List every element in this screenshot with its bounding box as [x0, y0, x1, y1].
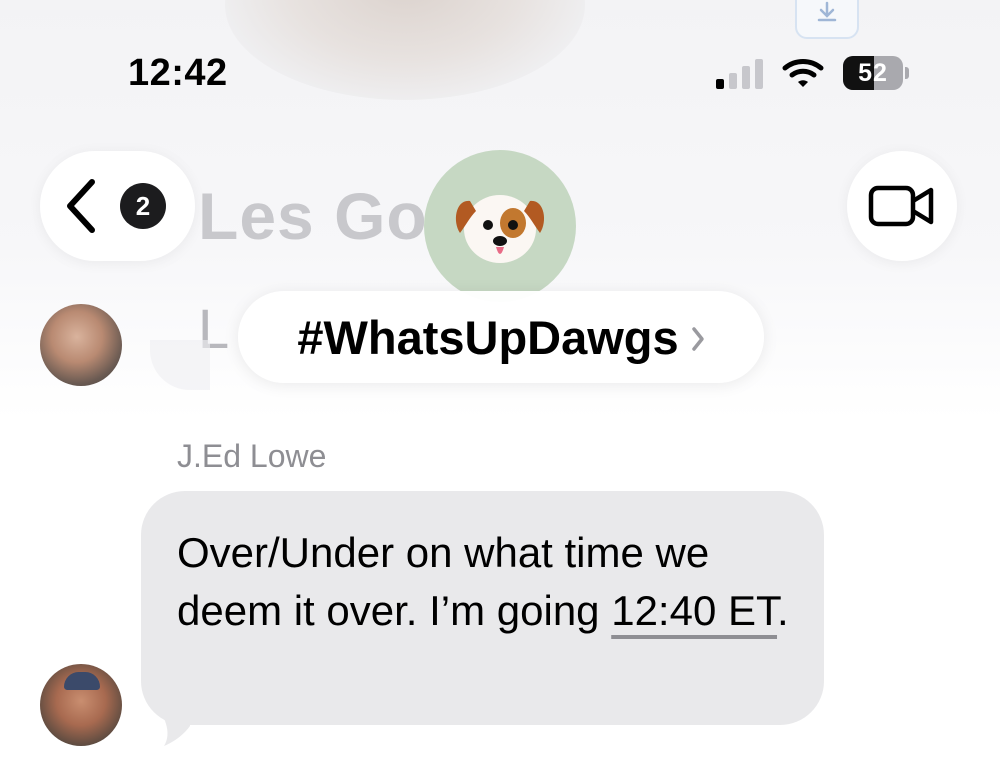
back-button[interactable]: 2 [40, 151, 195, 261]
group-avatar[interactable] [424, 150, 576, 302]
avatar[interactable] [40, 664, 122, 746]
battery-cap [905, 67, 909, 79]
battery-level: 52 [858, 59, 888, 87]
download-icon [795, 0, 859, 39]
chevron-right-icon [691, 327, 704, 351]
status-time: 12:42 [128, 52, 228, 94]
signal-icon [716, 57, 763, 89]
message-sender: J.Ed Lowe [177, 438, 327, 474]
group-name: #WhatsUpDawgs [297, 310, 679, 364]
bubble-tail [150, 700, 190, 746]
message-text-end: . [777, 587, 789, 634]
status-icons: 52 [716, 56, 909, 90]
video-camera-icon [868, 185, 934, 227]
message-text: Over/Under on what time we deem it over.… [177, 524, 797, 640]
dog-face-icon [455, 195, 545, 263]
chevron-left-icon [67, 179, 95, 233]
battery-icon: 52 [843, 56, 903, 90]
unread-count-badge: 2 [120, 183, 166, 229]
video-call-button[interactable] [847, 151, 957, 261]
avatar[interactable] [40, 304, 122, 386]
wifi-icon [782, 59, 824, 87]
time-link[interactable]: 12:40 ET [611, 587, 777, 634]
group-name-button[interactable]: #WhatsUpDawgs [238, 291, 764, 383]
background-contact-name: Les Go [198, 179, 428, 253]
